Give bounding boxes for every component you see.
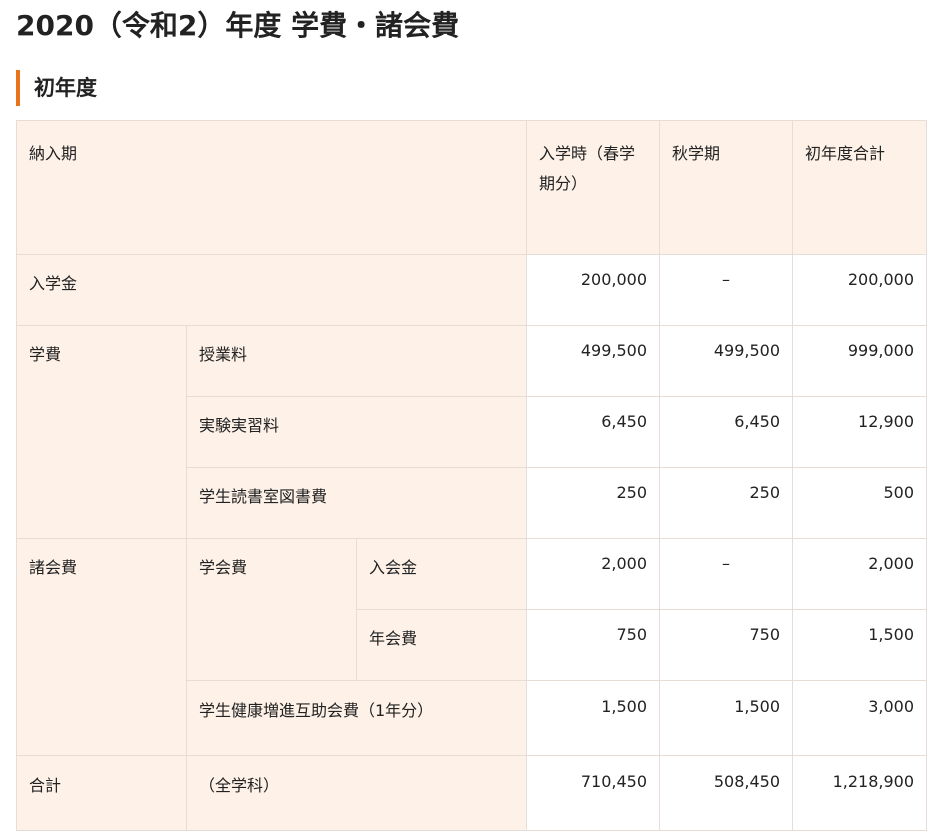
subgroup-label: 学会費 xyxy=(186,538,357,681)
row-label: 入学金 xyxy=(15,254,528,326)
value-spring: 499,500 xyxy=(526,325,661,397)
value-autumn: 508,450 xyxy=(659,755,794,831)
value-autumn: 499,500 xyxy=(659,325,794,397)
value-total: 1,500 xyxy=(792,609,928,681)
table-row: 諸会費 学会費 入会金 2,000 – 2,000 xyxy=(16,538,928,756)
header-spring: 入学時（春学期分） xyxy=(526,120,661,255)
value-total: 1,218,900 xyxy=(792,755,928,831)
table-row: 学費 授業料 499,500 499,500 999,000 xyxy=(16,325,928,539)
value-total: 999,000 xyxy=(792,325,928,397)
row-label: 年会費 xyxy=(355,609,528,681)
value-autumn: – xyxy=(659,254,794,326)
page-title: 2020（令和2）年度 学費・諸会費 xyxy=(16,9,460,42)
value-autumn: 1,500 xyxy=(659,680,794,756)
row-label: 学生健康増進互助会費（1年分） xyxy=(185,680,528,756)
total-note: （全学科） xyxy=(185,755,528,831)
group-label: 諸会費 xyxy=(16,538,187,756)
group-label: 学費 xyxy=(16,325,187,539)
value-total: 200,000 xyxy=(792,254,928,326)
header-period: 納入期 xyxy=(15,120,528,255)
value-spring: 250 xyxy=(526,467,661,539)
value-spring: 200,000 xyxy=(526,254,661,326)
row-label: 実験実習料 xyxy=(185,396,528,468)
value-spring: 6,450 xyxy=(526,396,661,468)
value-total: 3,000 xyxy=(792,680,928,756)
table-header-row: 納入期 入学時（春学期分） 秋学期 初年度合計 xyxy=(15,120,928,255)
value-total: 12,900 xyxy=(792,396,928,468)
value-autumn: – xyxy=(659,538,794,610)
row-label: 授業料 xyxy=(185,325,528,397)
row-label: 学生読書室図書費 xyxy=(185,467,528,539)
row-label: 入会金 xyxy=(355,538,528,610)
header-total: 初年度合計 xyxy=(792,120,928,255)
value-autumn: 750 xyxy=(659,609,794,681)
value-autumn: 6,450 xyxy=(659,396,794,468)
section-heading: 初年度 xyxy=(16,70,97,106)
value-total: 2,000 xyxy=(792,538,928,610)
value-spring: 1,500 xyxy=(526,680,661,756)
header-autumn: 秋学期 xyxy=(659,120,794,255)
value-spring: 750 xyxy=(526,609,661,681)
table-row: 入学金 200,000 – 200,000 xyxy=(15,254,928,326)
value-spring: 710,450 xyxy=(526,755,661,831)
value-total: 500 xyxy=(792,467,928,539)
value-spring: 2,000 xyxy=(526,538,661,610)
table-row-total: 合計 （全学科） 710,450 508,450 1,218,900 xyxy=(16,755,928,831)
value-autumn: 250 xyxy=(659,467,794,539)
total-label: 合計 xyxy=(16,755,187,831)
fee-table: 納入期 入学時（春学期分） 秋学期 初年度合計 入学金 200,000 – 20… xyxy=(15,120,928,831)
